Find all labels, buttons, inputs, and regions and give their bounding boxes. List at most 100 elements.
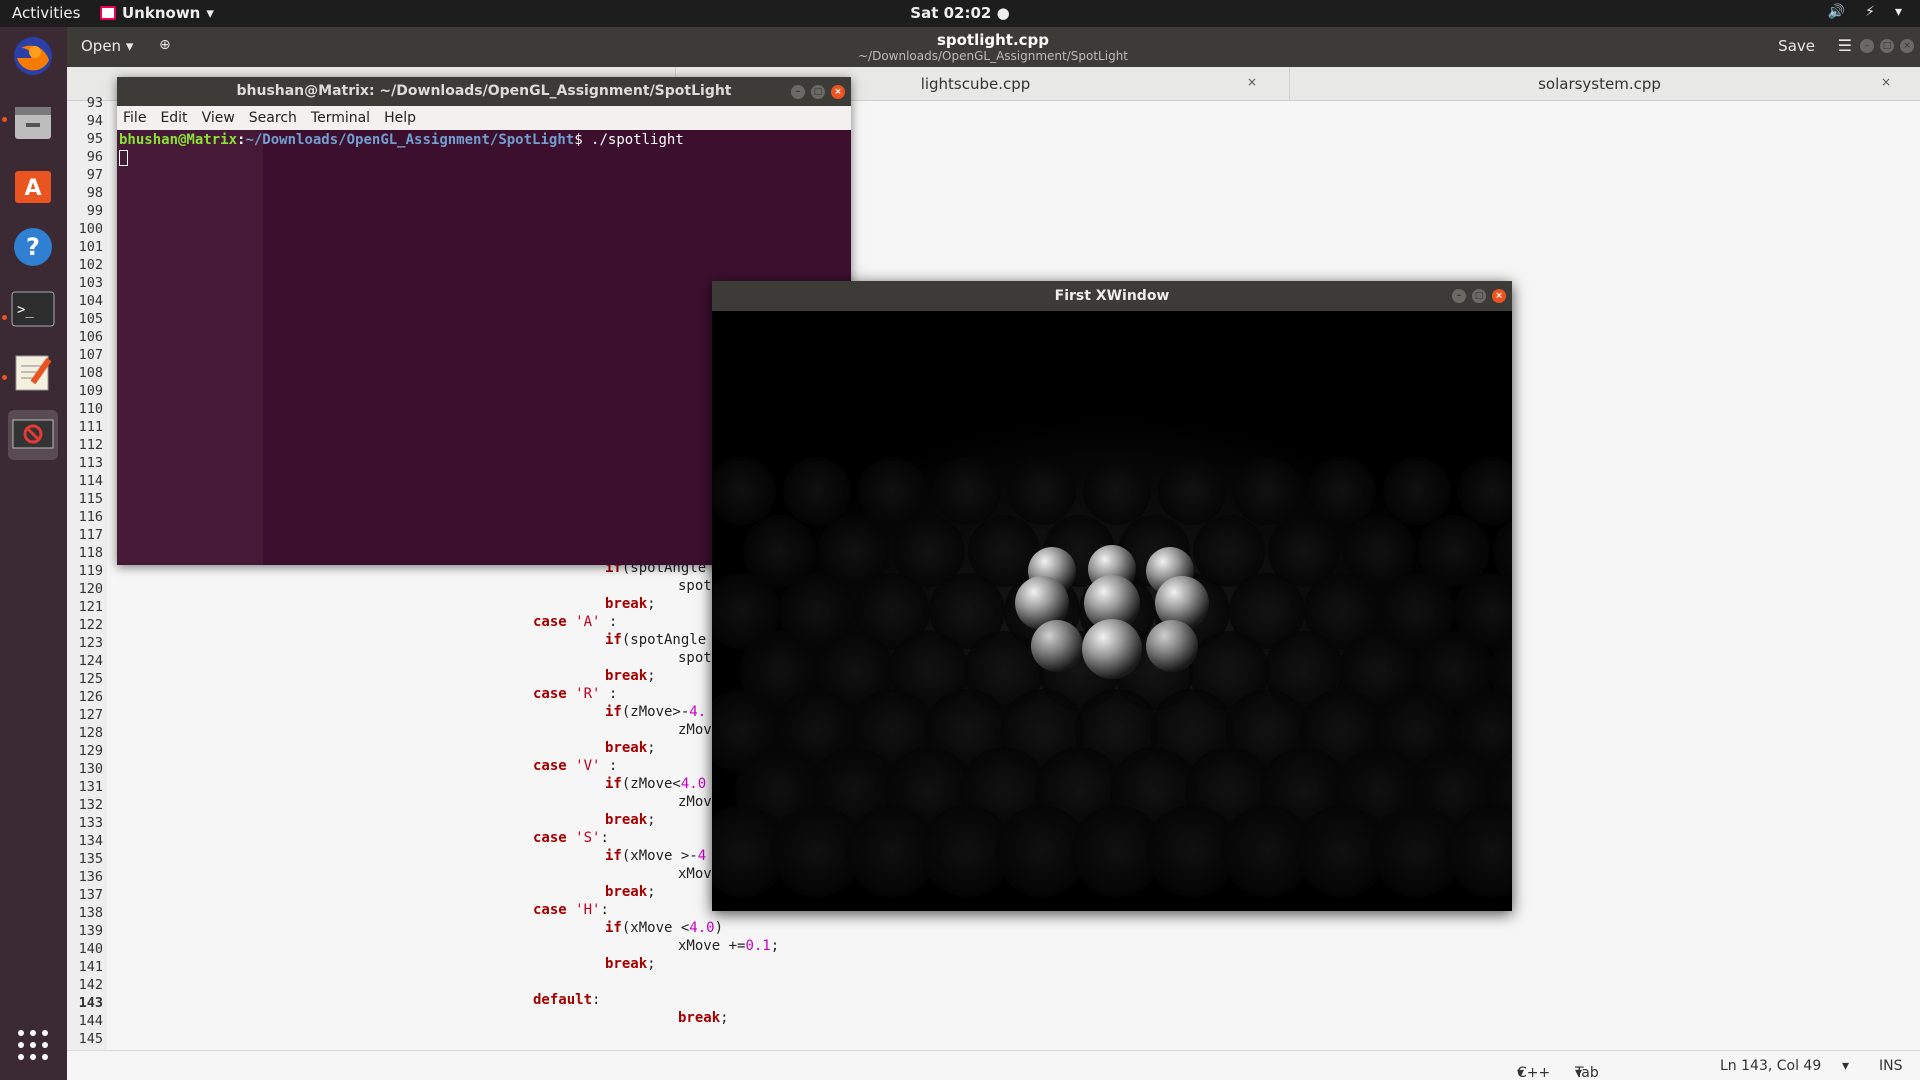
svg-text:?: ?	[26, 233, 40, 261]
menu-help[interactable]: Help	[384, 106, 416, 130]
maximize-icon[interactable]: □	[1880, 39, 1894, 53]
code-line: if(zMove>-4.	[605, 704, 707, 720]
new-document-icon[interactable]: ⊕	[159, 37, 171, 53]
svg-text:A: A	[24, 176, 41, 201]
terminal-cursor	[119, 150, 128, 166]
line-number: 112	[78, 437, 103, 453]
line-number: 108	[78, 365, 103, 381]
code-line: if(spotAngle	[605, 632, 707, 648]
code-line: case 'V' :	[533, 758, 618, 774]
chevron-down-icon: ▾	[1894, 4, 1902, 20]
terminal-titlebar[interactable]: bhushan@Matrix: ~/Downloads/OpenGL_Assig…	[117, 77, 851, 106]
app-menu[interactable]: Unknown ▾	[100, 4, 214, 22]
minimize-icon[interactable]: –	[1452, 289, 1466, 303]
maximize-icon[interactable]: □	[1472, 289, 1486, 303]
app-menu-icon	[100, 6, 116, 20]
line-number: 94	[86, 113, 103, 129]
line-number: 113	[78, 455, 103, 471]
terminal-icon: >_	[11, 291, 55, 327]
document-path: ~/Downloads/OpenGL_Assignment/SpotLight	[858, 49, 1128, 63]
battery-icon: ⚡	[1865, 4, 1875, 20]
maximize-icon[interactable]: □	[811, 85, 825, 99]
line-number: 102	[78, 257, 103, 273]
code-line: if(zMove<4.0	[605, 776, 707, 792]
dock-terminal[interactable]: >_	[8, 285, 58, 335]
terminal-menubar: File Edit View Search Terminal Help	[117, 106, 851, 130]
line-number: 124	[78, 653, 103, 669]
dock: A ? >_	[0, 27, 67, 1080]
close-icon[interactable]: ×	[1492, 289, 1506, 303]
line-number: 107	[78, 347, 103, 363]
insert-mode[interactable]: INS	[1879, 1058, 1903, 1074]
close-icon[interactable]: ×	[831, 85, 845, 99]
unknown-app-icon	[12, 419, 54, 449]
line-number: 114	[78, 473, 103, 489]
line-number: 122	[78, 617, 103, 633]
code-line: break;	[678, 1010, 729, 1026]
dock-software[interactable]: A	[8, 159, 58, 209]
system-tray[interactable]: 🔊 ⚡ ▾	[1828, 4, 1902, 20]
line-number: 104	[78, 293, 103, 309]
menu-file[interactable]: File	[123, 106, 146, 130]
chevron-down-icon: ▾	[125, 37, 134, 55]
code-line: zMov	[678, 794, 712, 810]
dim-sphere	[1383, 457, 1451, 525]
line-number: 120	[78, 581, 103, 597]
line-number: 126	[78, 689, 103, 705]
opengl-xwindow: First XWindow – □ ×	[712, 281, 1512, 911]
dock-files[interactable]	[8, 97, 58, 147]
dock-text-editor[interactable]	[8, 347, 58, 397]
close-icon[interactable]: ×	[1881, 75, 1891, 89]
lit-spheres	[1015, 545, 1209, 679]
xwindow-titlebar[interactable]: First XWindow – □ ×	[712, 281, 1512, 311]
minimize-icon[interactable]: –	[791, 85, 805, 99]
terminal-prompt: bhushan@Matrix:~/Downloads/OpenGL_Assign…	[119, 132, 684, 148]
menu-search[interactable]: Search	[249, 106, 297, 130]
opengl-render-canvas[interactable]	[712, 311, 1512, 911]
line-number: 116	[78, 509, 103, 525]
chevron-down-icon[interactable]: ▾	[1842, 1058, 1849, 1074]
menu-view[interactable]: View	[202, 106, 235, 130]
menu-terminal[interactable]: Terminal	[311, 106, 370, 130]
code-line: case 'S':	[533, 830, 609, 846]
hamburger-menu-icon[interactable]: ☰	[1838, 36, 1852, 55]
tab-label: solarsystem.cpp	[1538, 75, 1661, 93]
dock-help[interactable]: ?	[8, 222, 58, 272]
prompt-path: ~/Downloads/OpenGL_Assignment/SpotLight	[245, 132, 575, 148]
line-number: 133	[78, 815, 103, 831]
tab-solarsystem[interactable]: solarsystem.cpp ×	[1289, 67, 1909, 101]
close-icon[interactable]: ×	[1900, 39, 1914, 53]
code-line: if(xMove <4.0)	[605, 920, 724, 936]
dim-sphere	[858, 457, 926, 525]
notification-dot-icon: ●	[996, 4, 1010, 22]
prompt-user: bhushan@Matrix	[119, 132, 238, 148]
code-line: break;	[605, 884, 656, 900]
dock-unknown-app[interactable]	[8, 410, 58, 460]
close-icon[interactable]: ×	[1247, 75, 1257, 89]
clock[interactable]: Sat 02:02 ●	[910, 4, 1009, 22]
dock-firefox[interactable]	[8, 31, 58, 81]
code-line: spot	[678, 650, 712, 666]
prompt-command: $ ./spotlight	[574, 132, 684, 148]
clock-label: Sat 02:02	[910, 4, 992, 22]
open-button[interactable]: Open ▾	[81, 37, 133, 55]
activities-button[interactable]: Activities	[12, 4, 80, 22]
minimize-icon[interactable]: –	[1860, 39, 1874, 53]
line-number: 96	[86, 149, 103, 165]
save-button[interactable]: Save	[1778, 37, 1815, 55]
line-number: 115	[78, 491, 103, 507]
code-line: break;	[605, 956, 656, 972]
line-number: 130	[78, 761, 103, 777]
line-number: 135	[78, 851, 103, 867]
app-menu-label: Unknown	[122, 4, 201, 22]
dock-show-apps[interactable]	[8, 1020, 58, 1070]
menu-edit[interactable]: Edit	[160, 106, 187, 130]
code-line: case 'A' :	[533, 614, 618, 630]
cursor-position[interactable]: Ln 143, Col 49	[1720, 1058, 1821, 1074]
terminal-title: bhushan@Matrix: ~/Downloads/OpenGL_Assig…	[236, 83, 732, 99]
line-number: 100	[78, 221, 103, 237]
files-icon	[15, 107, 51, 139]
dim-sphere	[933, 457, 1001, 525]
code-line: xMove +=0.1;	[678, 938, 780, 954]
tab-label: lightscube.cpp	[920, 75, 1031, 93]
